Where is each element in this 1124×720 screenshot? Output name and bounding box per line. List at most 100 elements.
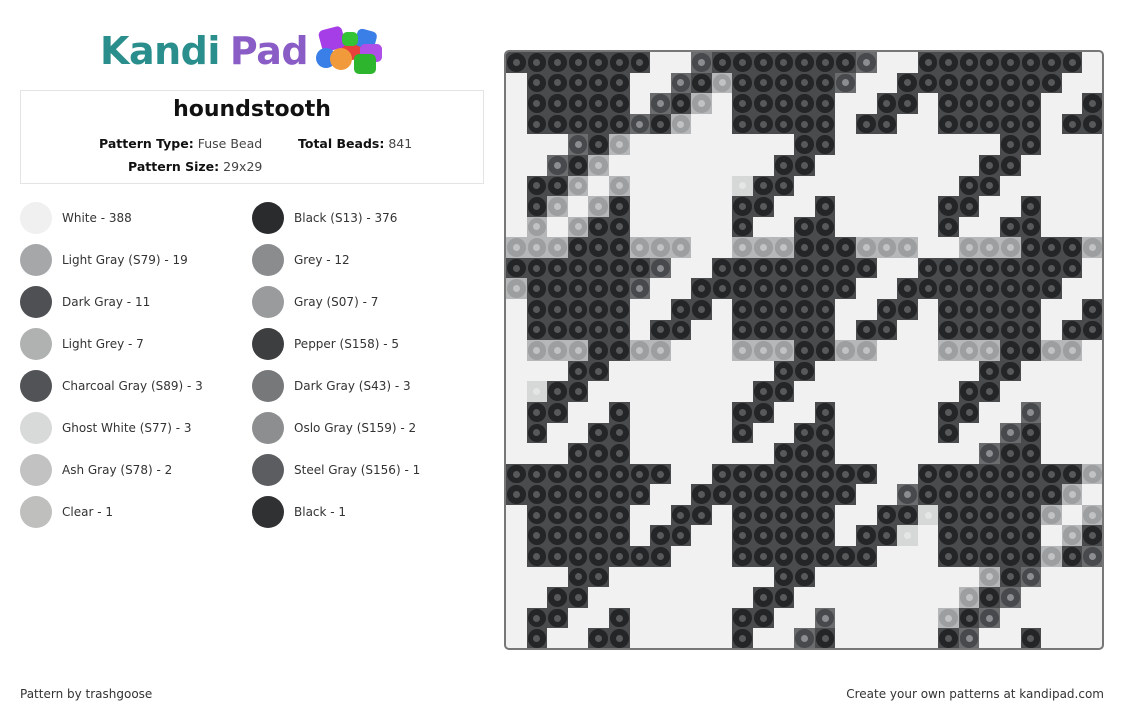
color-swatch	[20, 202, 52, 234]
bead-empty	[506, 155, 527, 176]
bead-empty	[609, 567, 630, 588]
bead-empty	[1000, 381, 1021, 402]
bead	[608, 443, 630, 464]
bead-empty	[671, 155, 692, 176]
bead-empty	[1062, 176, 1083, 197]
bead	[608, 484, 630, 505]
bead	[526, 628, 548, 648]
bead-empty	[1082, 52, 1102, 73]
bead	[650, 546, 671, 567]
bead	[814, 257, 836, 279]
bead	[1000, 319, 1021, 341]
bead	[814, 93, 836, 114]
legend-label: Charcoal Gray (S89) - 3	[62, 379, 203, 393]
bead-empty	[650, 587, 671, 608]
bead	[650, 93, 671, 114]
color-swatch	[252, 286, 284, 318]
bead	[938, 52, 959, 73]
bead-empty	[979, 217, 1000, 238]
bead-empty	[1062, 299, 1083, 320]
bead	[979, 93, 1001, 114]
bead-empty	[1041, 196, 1062, 217]
legend-item: Black - 1	[252, 496, 346, 528]
bead	[773, 237, 795, 258]
bead-empty	[506, 423, 527, 444]
bead	[1020, 319, 1042, 341]
bead	[547, 299, 568, 320]
bead-empty	[815, 176, 836, 197]
bead-empty	[1021, 155, 1042, 176]
bead-empty	[877, 423, 898, 444]
bead-empty	[877, 176, 898, 197]
bead	[567, 237, 589, 258]
bead	[938, 319, 959, 341]
bead-empty	[630, 361, 651, 382]
bead	[1041, 340, 1062, 361]
bead-empty	[650, 155, 671, 176]
bead	[773, 381, 795, 402]
bead-empty	[547, 217, 568, 238]
bead	[732, 299, 754, 320]
bead-empty	[671, 278, 692, 299]
kandipad-logo[interactable]: Kandi Pad	[100, 25, 396, 76]
bead	[814, 504, 836, 526]
bead-empty	[856, 402, 877, 423]
bead-empty	[1041, 299, 1062, 320]
bead-empty	[835, 505, 856, 526]
bead	[608, 422, 630, 444]
bead-empty	[835, 134, 856, 155]
bead	[1020, 134, 1042, 155]
bead	[588, 504, 609, 526]
bead	[1000, 134, 1021, 155]
bead	[773, 257, 795, 279]
bead-empty	[671, 217, 692, 238]
bead	[526, 319, 548, 341]
bead-empty	[1000, 402, 1021, 423]
bead	[732, 340, 754, 361]
bead	[1020, 525, 1042, 547]
bead	[711, 52, 733, 73]
bead	[958, 340, 980, 361]
bead-empty	[918, 114, 939, 135]
bead-empty	[691, 155, 712, 176]
bead-empty	[897, 320, 918, 341]
bead	[938, 113, 959, 135]
bead-empty	[506, 320, 527, 341]
bead-empty	[712, 93, 733, 114]
bead-empty	[630, 608, 651, 629]
bead	[753, 381, 774, 402]
bead-empty	[753, 217, 774, 238]
bead	[650, 463, 671, 485]
bead-empty	[691, 237, 712, 258]
bead-empty	[1062, 402, 1083, 423]
bead	[773, 113, 795, 135]
bead	[1000, 463, 1021, 485]
bead	[526, 52, 548, 73]
bead	[979, 381, 1001, 402]
bead	[691, 299, 712, 320]
total-beads-value: 841	[388, 136, 413, 151]
bead	[1000, 154, 1021, 176]
bead	[547, 340, 568, 361]
bead	[650, 257, 671, 279]
bead-empty	[918, 217, 939, 238]
bead	[794, 319, 815, 341]
bead-empty	[856, 217, 877, 238]
bead-grid	[506, 52, 1102, 648]
bead	[794, 52, 815, 73]
bead	[979, 340, 1001, 361]
kandipad-promo-link[interactable]: Create your own patterns at kandipad.com	[846, 687, 1104, 701]
bead	[855, 463, 877, 485]
bead-empty	[774, 196, 795, 217]
bead-empty	[671, 176, 692, 197]
bead	[1020, 484, 1042, 505]
bead-empty	[547, 361, 568, 382]
bead-empty	[794, 381, 815, 402]
bead-empty	[691, 217, 712, 238]
bead	[588, 525, 609, 547]
bead	[650, 319, 671, 341]
bead	[958, 607, 980, 629]
bead-empty	[630, 443, 651, 464]
bead	[1020, 113, 1042, 135]
bead-empty	[712, 423, 733, 444]
